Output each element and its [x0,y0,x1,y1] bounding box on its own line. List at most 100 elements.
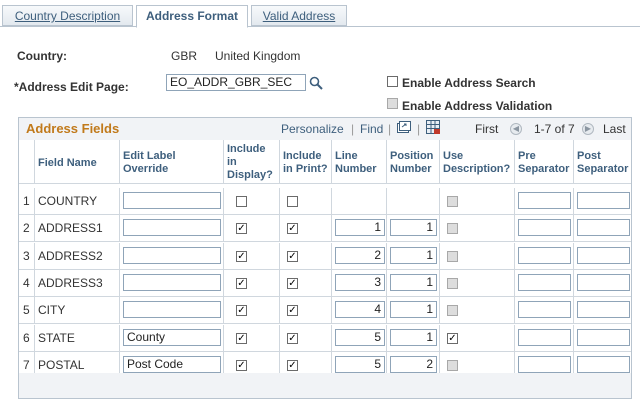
include-display-checkbox[interactable]: ✓ [236,332,247,344]
col-post-separator: Post Separator [574,140,631,184]
view-all-icon[interactable] [397,121,411,134]
table-cell [440,242,515,270]
download-icon[interactable] [426,120,441,135]
table-cell: 2 [19,215,35,243]
edit-label-input[interactable] [123,246,221,264]
position-number-input[interactable]: 1 [390,246,437,264]
previous-arrow-icon: ◀ [510,123,522,135]
table-cell: 1 [387,269,440,297]
enable-address-search-checkbox[interactable] [387,76,398,87]
table-cell: 1 [19,188,35,215]
post-separator-input[interactable] [577,219,630,237]
post-separator-input[interactable] [577,273,630,291]
use-description-checkbox [447,250,458,262]
tab-valid-address[interactable]: Valid Address [251,5,347,26]
table-cell [280,188,332,215]
table-cell: ✓ [224,269,280,297]
position-number-input[interactable]: 1 [390,219,437,237]
tab-label: Country Description [14,9,121,23]
use-description-checkbox [447,305,458,317]
table-cell: 6 [19,324,35,352]
pre-separator-input[interactable] [518,246,571,264]
position-number-input[interactable]: 2 [390,355,437,373]
pre-separator-input[interactable] [518,273,571,291]
nav-separator: | [417,122,421,136]
row-number: 1 [23,194,30,208]
edit-label-input[interactable] [123,273,221,291]
tab-address-format[interactable]: Address Format [136,5,248,28]
enable-address-validation-label: Enable Address Validation [402,99,553,113]
table-cell: ✓ [224,324,280,352]
include-display-checkbox[interactable]: ✓ [236,250,247,262]
table-cell [120,188,224,215]
use-description-checkbox [447,223,458,235]
next-arrow-icon: ▶ [582,123,594,135]
include-print-checkbox[interactable] [287,196,298,207]
field-name: ADDRESS1 [38,221,103,236]
include-display-checkbox[interactable]: ✓ [236,305,247,317]
include-print-checkbox[interactable]: ✓ [287,359,298,371]
post-separator-input[interactable] [577,355,630,373]
include-print-checkbox[interactable]: ✓ [287,277,298,289]
row-number: 2 [23,221,30,236]
field-name: POSTAL [38,357,85,372]
row-number: 4 [23,275,30,290]
table-cell [120,297,224,325]
edit-label-input[interactable]: County [123,328,221,346]
post-separator-input[interactable] [577,301,630,319]
edit-label-input[interactable] [123,301,221,319]
tab-country-description[interactable]: Country Description [2,5,133,26]
col-use-description: Use Description? [440,140,515,184]
position-number-input[interactable]: 1 [390,328,437,346]
include-display-checkbox[interactable]: ✓ [236,223,247,235]
post-separator-input[interactable] [577,328,630,346]
position-number-input[interactable]: 1 [390,301,437,319]
col-pre-separator: Pre Separator [515,140,574,184]
position-number-input[interactable]: 1 [390,273,437,291]
include-display-checkbox[interactable]: ✓ [236,277,247,289]
edit-label-input[interactable]: Post Code [123,355,221,373]
line-number-input[interactable]: 3 [335,273,385,291]
include-print-checkbox[interactable]: ✓ [287,332,298,344]
table-cell: 5 [19,297,35,325]
row-number: 5 [23,303,30,318]
country-code: GBR [171,49,198,63]
table-cell: County [120,324,224,352]
row-number: 3 [23,248,30,263]
post-separator-input[interactable] [577,192,630,209]
lookup-icon[interactable] [309,76,323,90]
grid-header: Address Fields Personalize | Find | | Fi… [19,118,631,141]
line-number-input[interactable]: 5 [335,355,385,373]
include-display-checkbox[interactable]: ✓ [236,359,247,371]
col-position-number: Position Number [387,140,440,184]
row-range: 1-7 of 7 [534,122,575,136]
field-name: CITY [38,303,66,318]
edit-label-input[interactable] [123,219,221,237]
line-number-input[interactable]: 1 [335,219,385,237]
table-cell [440,215,515,243]
table-cell [224,188,280,215]
address-edit-page-input[interactable]: EO_ADDR_GBR_SEC [166,74,306,91]
enable-address-validation-checkbox [387,98,398,109]
include-print-checkbox[interactable]: ✓ [287,223,298,235]
field-name: STATE [38,330,75,345]
pre-separator-input[interactable] [518,355,571,373]
find-link[interactable]: Find [360,122,383,136]
pre-separator-input[interactable] [518,192,571,209]
personalize-link[interactable]: Personalize [281,122,344,136]
include-print-checkbox[interactable]: ✓ [287,305,298,317]
pre-separator-input[interactable] [518,328,571,346]
table-cell [574,325,631,352]
table-cell [120,269,224,297]
edit-label-input[interactable] [123,192,221,209]
line-number-input[interactable]: 5 [335,328,385,346]
post-separator-input[interactable] [577,246,630,264]
pre-separator-input[interactable] [518,219,571,237]
line-number-input[interactable]: 2 [335,246,385,264]
pre-separator-input[interactable] [518,301,571,319]
col-row-number [19,140,35,184]
include-display-checkbox[interactable] [236,196,247,207]
line-number-input[interactable]: 4 [335,301,385,319]
col-edit-label: Edit Label Override [120,140,224,184]
include-print-checkbox[interactable]: ✓ [287,250,298,262]
